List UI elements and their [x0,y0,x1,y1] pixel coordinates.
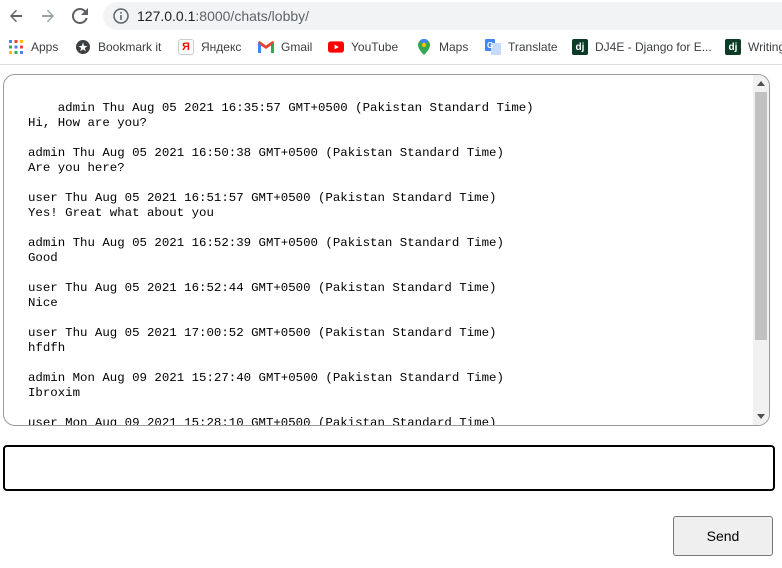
bookmark-bookmark-it[interactable]: Bookmark it [75,38,161,56]
message-header: user Thu Aug 05 2021 17:00:52 GMT+0500 (… [28,326,497,340]
message-header: user Mon Aug 09 2021 15:28:10 GMT+0500 (… [28,416,497,425]
bookmark-label: YouTube [351,40,399,54]
dj4e-icon: dj [572,39,588,55]
url-text: 127.0.0.1:8000/chats/lobby/ [137,8,309,24]
bookmark-apps[interactable]: Apps [8,38,58,56]
apps-grid-icon [8,39,24,55]
scroll-up-arrow-icon[interactable] [753,75,769,92]
message-body: Ibroxim [28,386,81,400]
message-body: Nice [28,296,58,310]
chat-message: admin Thu Aug 05 2021 16:52:39 GMT+0500 … [28,236,504,266]
message-body: Hi, How are you? [28,116,147,130]
scroll-down-arrow-icon[interactable] [753,408,769,425]
bookmark-writing[interactable]: dj Writing [725,38,782,56]
bookmark-youtube[interactable]: YouTube [328,38,398,56]
bookmark-label: Gmail [281,40,313,54]
bookmark-label: Apps [31,40,59,54]
chat-message: admin Thu Aug 05 2021 16:35:57 GMT+0500 … [28,101,534,131]
chat-log[interactable]: admin Thu Aug 05 2021 16:35:57 GMT+0500 … [3,74,770,426]
bookmark-gmail[interactable]: Gmail [258,38,312,56]
message-body: hfdfh [28,341,66,355]
scroll-thumb[interactable] [755,92,767,340]
bookmark-translate[interactable]: G Translate [485,38,558,56]
url-path: :8000/chats/lobby/ [195,8,310,24]
chat-message: user Thu Aug 05 2021 17:00:52 GMT+0500 (… [28,326,496,356]
back-arrow-icon[interactable] [4,4,28,28]
send-button[interactable]: Send [673,516,773,556]
bookmark-maps[interactable]: Maps [416,38,468,56]
svg-text:G: G [487,41,493,50]
message-header: admin Thu Aug 05 2021 16:35:57 GMT+0500 … [28,101,534,115]
message-header: user Thu Aug 05 2021 16:51:57 GMT+0500 (… [28,191,497,205]
chat-message: admin Mon Aug 09 2021 15:27:40 GMT+0500 … [28,371,504,401]
address-bar[interactable]: 127.0.0.1:8000/chats/lobby/ [103,2,782,30]
bookmark-label: Яндекс [201,40,242,54]
bookmark-label: Writing [748,40,782,54]
message-header: admin Thu Aug 05 2021 16:50:38 GMT+0500 … [28,146,504,160]
bookmarks-bar: Apps Bookmark it Я Яндекс Gmail YouTube [0,34,782,60]
browser-divider [0,64,782,65]
forward-arrow-icon[interactable] [36,4,60,28]
url-host: 127.0.0.1 [137,8,196,24]
bookmark-label: Translate [508,40,558,54]
youtube-icon [328,39,344,55]
message-body: Good [28,251,58,265]
chat-log-scrollbar[interactable] [753,75,769,425]
translate-icon: G [485,39,501,55]
bookmark-label: Bookmark it [98,40,162,54]
dj-writing-icon: dj [725,39,741,55]
maps-icon [416,39,432,55]
chat-log-content: admin Thu Aug 05 2021 16:35:57 GMT+0500 … [4,75,754,425]
message-body: Yes! Great what about you [28,206,214,220]
chat-message: user Thu Aug 05 2021 16:51:57 GMT+0500 (… [28,191,496,221]
bookmark-yandex[interactable]: Я Яндекс [178,38,241,56]
reload-icon[interactable] [68,4,92,28]
bookmark-label: Maps [439,40,469,54]
chat-message: user Thu Aug 05 2021 16:52:44 GMT+0500 (… [28,281,496,311]
bookmark-it-icon [75,39,91,55]
message-body: Are you here? [28,161,125,175]
chat-message-input[interactable] [3,445,775,491]
message-header: admin Thu Aug 05 2021 16:52:39 GMT+0500 … [28,236,504,250]
message-header: user Thu Aug 05 2021 16:52:44 GMT+0500 (… [28,281,497,295]
message-header: admin Mon Aug 09 2021 15:27:40 GMT+0500 … [28,371,504,385]
bookmark-dj4e[interactable]: dj DJ4E - Django for E... [572,38,712,56]
info-icon[interactable] [113,8,129,24]
gmail-icon [258,39,274,55]
chat-message: user Mon Aug 09 2021 15:28:10 GMT+0500 (… [28,416,496,425]
browser-chrome: 127.0.0.1:8000/chats/lobby/ Apps Bookmar… [0,0,782,64]
yandex-icon: Я [178,39,194,55]
chat-message: admin Thu Aug 05 2021 16:50:38 GMT+0500 … [28,146,504,176]
bookmark-label: DJ4E - Django for E... [595,40,712,54]
browser-nav-row: 127.0.0.1:8000/chats/lobby/ [0,0,782,32]
